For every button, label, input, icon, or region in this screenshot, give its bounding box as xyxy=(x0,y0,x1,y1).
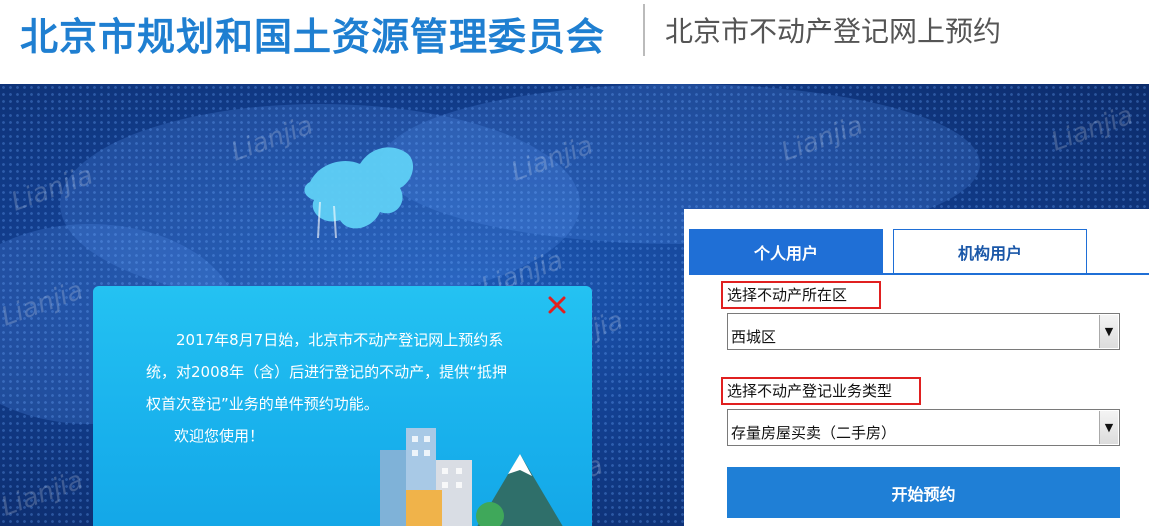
tab-underline xyxy=(689,273,1149,275)
business-type-select-value: 存量房屋买卖（二手房） xyxy=(731,424,897,442)
close-x-icon[interactable] xyxy=(545,293,569,317)
notice-paragraph: 2017年8月7日始，北京市不动产登记网上预约系统，对2008年（含）后进行登记… xyxy=(146,331,507,413)
start-reservation-button[interactable]: 开始预约 xyxy=(727,467,1120,518)
district-select-value: 西城区 xyxy=(731,328,777,346)
district-select[interactable]: 西城区 ▼ xyxy=(727,313,1120,350)
header-divider xyxy=(643,4,645,56)
org-title: 北京市规划和国土资源管理委员会 xyxy=(20,15,606,59)
chevron-down-icon[interactable]: ▼ xyxy=(1099,411,1118,444)
tab-personal-user[interactable]: 个人用户 xyxy=(689,229,883,274)
business-type-select[interactable]: 存量房屋买卖（二手房） ▼ xyxy=(727,409,1120,446)
system-title: 北京市不动产登记网上预约 xyxy=(665,15,1002,48)
business-type-label: 选择不动产登记业务类型 xyxy=(721,377,921,405)
chevron-down-icon[interactable]: ▼ xyxy=(1099,315,1118,348)
district-label: 选择不动产所在区 xyxy=(721,281,881,309)
site-header: 北京市规划和国土资源管理委员会 北京市不动产登记网上预约 xyxy=(0,0,1149,84)
tab-organization-user[interactable]: 机构用户 xyxy=(893,229,1087,274)
city-illustration xyxy=(380,428,563,526)
island-graphic xyxy=(304,147,414,238)
